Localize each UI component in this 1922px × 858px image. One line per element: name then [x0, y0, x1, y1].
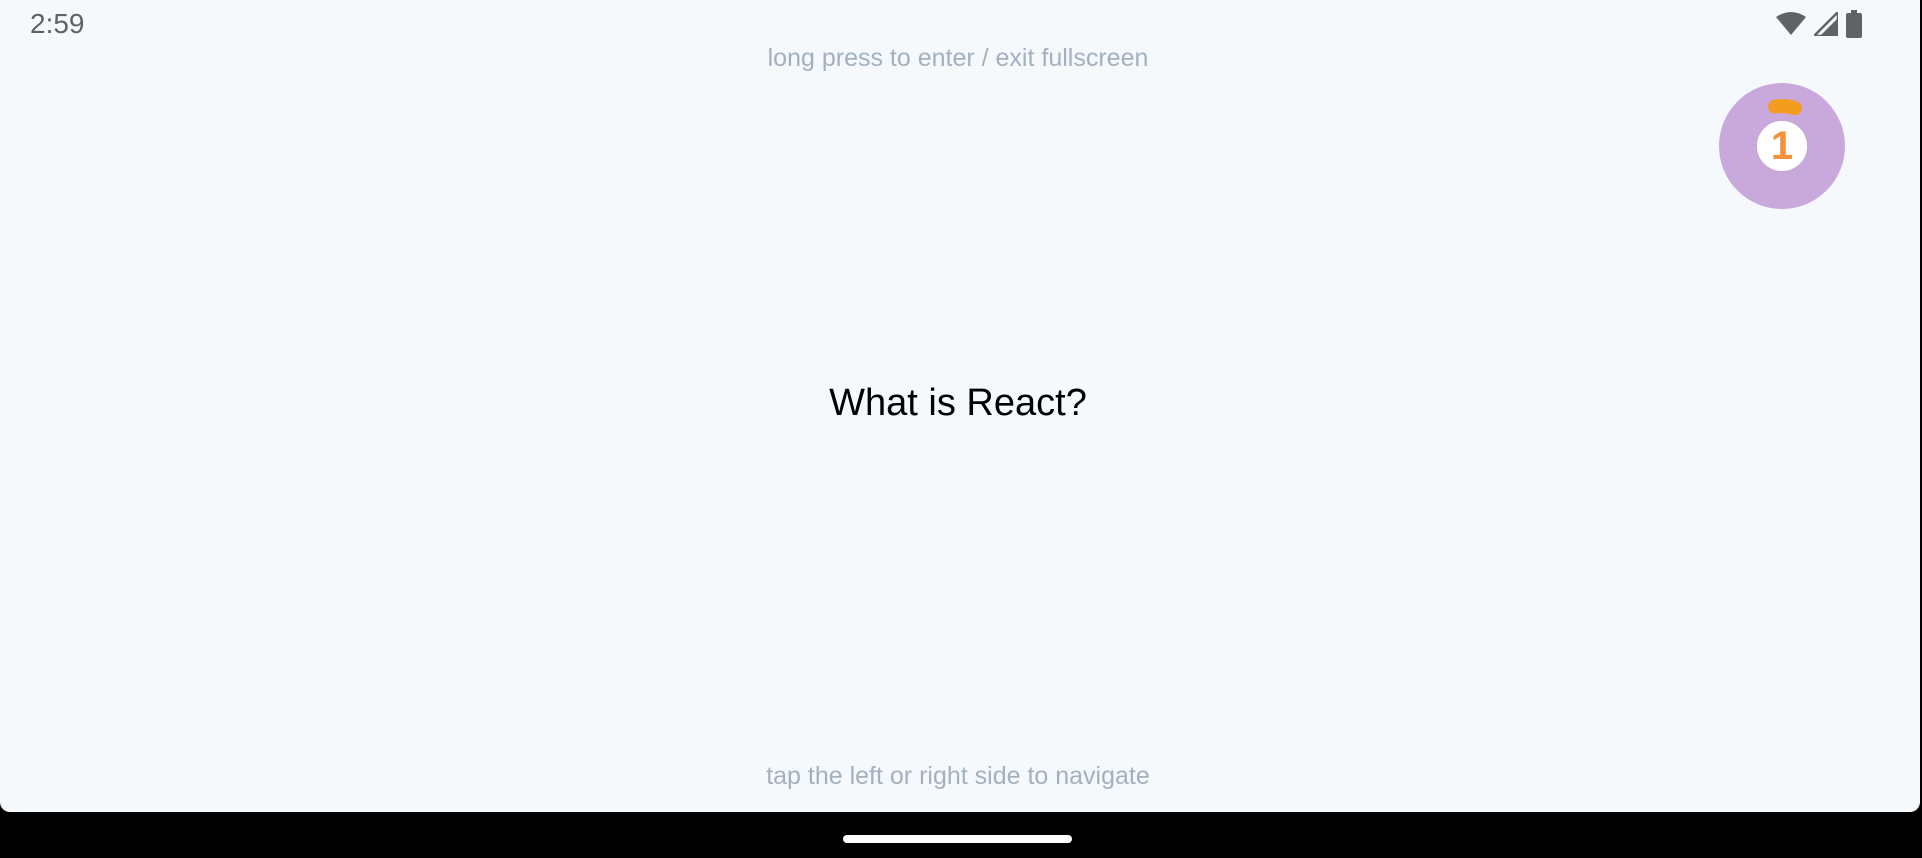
timer-count: 1 [1770, 124, 1794, 168]
status-bar-time: 2:59 [30, 8, 85, 39]
system-navigation-bar [0, 812, 1922, 858]
home-handle[interactable] [843, 835, 1072, 843]
status-bar-icons [1776, 10, 1862, 38]
wifi-icon [1776, 12, 1806, 36]
navigation-hint: tap the left or right side to navigate [766, 762, 1150, 790]
battery-icon [1846, 10, 1862, 38]
cell-signal-icon [1814, 12, 1838, 36]
flashcard-screen[interactable]: 2:59 long press to enter / exit fullscre… [0, 0, 1920, 812]
card-question: What is React? [829, 382, 1087, 424]
card-timer: 1 [1718, 82, 1846, 210]
fullscreen-hint: long press to enter / exit fullscreen [767, 44, 1149, 72]
